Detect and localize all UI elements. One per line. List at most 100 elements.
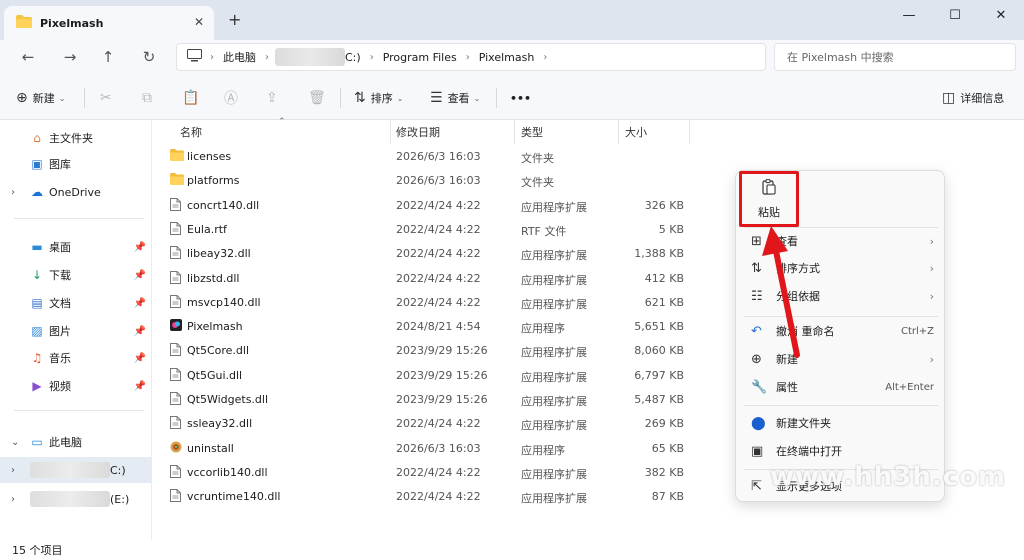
pin-icon[interactable]: 📌 (134, 353, 146, 364)
sidebar-item-label: 视频 (49, 380, 71, 393)
refresh-icon[interactable]: ↻ (137, 46, 161, 68)
address-bar[interactable]: › 此电脑 › C:) › Program Files › Pixelmash … (176, 43, 766, 71)
file-row[interactable]: licenses 2026/6/3 16:03 文件夹 (152, 145, 712, 169)
file-name: msvcp140.dll (187, 295, 261, 309)
column-divider[interactable] (689, 120, 690, 144)
copy-icon: ⧉ (142, 90, 152, 106)
file-row[interactable]: platforms 2026/6/3 16:03 文件夹 (152, 169, 712, 193)
menu-item-label: 排序方式 (776, 262, 820, 275)
up-icon[interactable]: ↑ (96, 46, 120, 68)
pin-icon[interactable]: 📌 (134, 326, 146, 337)
new-tab-icon[interactable]: + (228, 10, 241, 29)
file-type: 应用程序扩展 (521, 346, 587, 360)
chevron-right-icon[interactable]: › (11, 187, 15, 198)
more-options-icon: ⇱ (751, 478, 762, 494)
file-row[interactable]: libeay32.dll 2022/4/24 4:22 应用程序扩展 1,388 KB (152, 242, 712, 266)
delete-button[interactable]: 🗑 (308, 87, 331, 109)
folder-icon (16, 15, 32, 31)
menu-item-properties[interactable]: 🔧 属性 Alt+Enter (736, 374, 946, 400)
column-divider[interactable] (514, 120, 515, 144)
rename-button[interactable]: Ⓐ (224, 87, 243, 109)
paste-button[interactable]: 粘贴 (739, 171, 799, 227)
file-name: concrt140.dll (187, 198, 260, 212)
column-header-name[interactable]: 名称 (180, 120, 202, 144)
sidebar-item-home[interactable]: ⌂ 主文件夹 (0, 125, 152, 151)
sidebar-item-videos[interactable]: ▶ 视频 📌 (0, 373, 152, 399)
sidebar-item-drive-c[interactable]: › C:) (0, 457, 152, 483)
file-row[interactable]: libzstd.dll 2022/4/24 4:22 应用程序扩展 412 KB (152, 267, 712, 291)
forward-icon[interactable]: → (58, 46, 82, 68)
minimize-icon[interactable]: — (886, 0, 932, 30)
chevron-right-icon: › (369, 51, 374, 63)
file-row[interactable]: Pixelmash 2024/8/21 4:54 应用程序 5,651 KB (152, 315, 712, 339)
chevron-right-icon[interactable]: › (11, 465, 15, 476)
details-pane-button[interactable]: ◫ 详细信息 (942, 87, 1004, 109)
pin-icon[interactable]: 📌 (134, 298, 146, 309)
sidebar-item-music[interactable]: ♫ 音乐 📌 (0, 345, 152, 371)
paste-toolbar-button[interactable]: 📋 (182, 87, 204, 109)
new-button[interactable]: ⊕ 新建 ⌄ (16, 87, 65, 109)
sidebar-item-desktop[interactable]: ▬ 桌面 📌 (0, 234, 152, 260)
column-header-date[interactable]: 修改日期 (396, 120, 440, 144)
pin-icon[interactable]: 📌 (134, 242, 146, 253)
file-row[interactable]: msvcp140.dll 2022/4/24 4:22 应用程序扩展 621 KB (152, 291, 712, 315)
breadcrumb-program-files[interactable]: Program Files (383, 51, 457, 64)
rename-icon: Ⓐ (224, 91, 238, 107)
column-divider[interactable] (618, 120, 619, 144)
pin-icon[interactable]: 📌 (134, 270, 146, 281)
sidebar-item-documents[interactable]: ▤ 文档 📌 (0, 290, 152, 316)
search-input[interactable] (787, 50, 987, 64)
file-row[interactable]: Eula.rtf 2022/4/24 4:22 RTF 文件 5 KB (152, 218, 712, 242)
sidebar-item-downloads[interactable]: ↓ 下载 📌 (0, 262, 152, 288)
chevron-right-icon[interactable]: › (11, 494, 15, 505)
more-options-button[interactable]: ••• (510, 87, 531, 109)
copy-button[interactable]: ⧉ (142, 87, 157, 109)
breadcrumb-this-pc[interactable]: 此电脑 (223, 49, 256, 65)
search-box[interactable] (774, 43, 1016, 71)
sort-button[interactable]: ⇅ 排序 ⌄ (354, 87, 403, 109)
pin-icon[interactable]: 📌 (134, 381, 146, 392)
menu-item-view[interactable]: ⊞ 查看 › (736, 228, 946, 254)
file-row[interactable]: Qt5Core.dll 2023/9/29 15:26 应用程序扩展 8,060 KB (152, 339, 712, 363)
maximize-icon[interactable]: ☐ (932, 0, 978, 30)
new-folder-icon: ⬤ (751, 415, 766, 431)
file-row[interactable]: Qt5Widgets.dll 2023/9/29 15:26 应用程序扩展 5,487… (152, 388, 712, 412)
breadcrumb-pixelmash[interactable]: Pixelmash (479, 51, 535, 64)
menu-item-undo[interactable]: ↶ 撤消 重命名 Ctrl+Z (736, 318, 946, 344)
file-row[interactable]: uninstall 2026/6/3 16:03 应用程序 65 KB (152, 437, 712, 461)
close-window-icon[interactable]: ✕ (978, 0, 1024, 30)
menu-item-new-folder[interactable]: ⬤ 新建文件夹 (736, 410, 946, 436)
window-tab[interactable]: Pixelmash ✕ (4, 6, 214, 40)
file-row[interactable]: Qt5Gui.dll 2023/9/29 15:26 应用程序扩展 6,797 KB (152, 364, 712, 388)
file-row[interactable]: ssleay32.dll 2022/4/24 4:22 应用程序扩展 269 KB (152, 412, 712, 436)
chevron-down-icon[interactable]: ⌄ (11, 437, 19, 448)
sidebar-item-gallery[interactable]: ▣ 图库 (0, 151, 152, 177)
file-icon (170, 392, 181, 408)
close-tab-icon[interactable]: ✕ (194, 15, 204, 29)
column-header-type[interactable]: 类型 (521, 120, 543, 144)
sidebar-item-pictures[interactable]: ▨ 图片 📌 (0, 318, 152, 344)
breadcrumb-drive[interactable]: C:) (345, 51, 361, 64)
back-icon[interactable]: ← (16, 46, 40, 68)
file-type: 应用程序扩展 (521, 200, 587, 214)
column-header-size[interactable]: 大小 (625, 120, 647, 144)
menu-item-sort[interactable]: ⇅ 排序方式 › (736, 255, 946, 281)
file-row[interactable]: vcruntime140.dll 2022/4/24 4:22 应用程序扩展 87 K… (152, 485, 712, 509)
cut-button[interactable]: ✂ (100, 87, 117, 109)
paste-label: 粘贴 (758, 205, 780, 219)
column-divider[interactable] (390, 120, 391, 144)
sidebar-item-this-pc[interactable]: ⌄ ▭ 此电脑 (0, 429, 152, 455)
menu-item-terminal[interactable]: ▣ 在终端中打开 (736, 438, 946, 464)
view-button[interactable]: ☰ 查看 ⌄ (430, 87, 480, 109)
file-row[interactable]: concrt140.dll 2022/4/24 4:22 应用程序扩展 326 KB (152, 194, 712, 218)
file-size: 621 KB (644, 295, 684, 309)
share-button[interactable]: ⇪ (266, 87, 283, 109)
menu-item-new[interactable]: ⊕ 新建 › (736, 346, 946, 372)
menu-item-group[interactable]: ☷ 分组依据 › (736, 283, 946, 309)
sidebar-item-onedrive[interactable]: › ☁ OneDrive (0, 179, 152, 205)
chevron-right-icon: › (929, 289, 934, 303)
sidebar-item-drive-e[interactable]: › (E:) (0, 486, 152, 512)
navigation-bar: ← → ↑ ↻ › 此电脑 › C:) › Program Files › Pi… (0, 40, 1024, 74)
menu-item-label: 在终端中打开 (776, 445, 842, 458)
file-row[interactable]: vccorlib140.dll 2022/4/24 4:22 应用程序扩展 382 K… (152, 461, 712, 485)
